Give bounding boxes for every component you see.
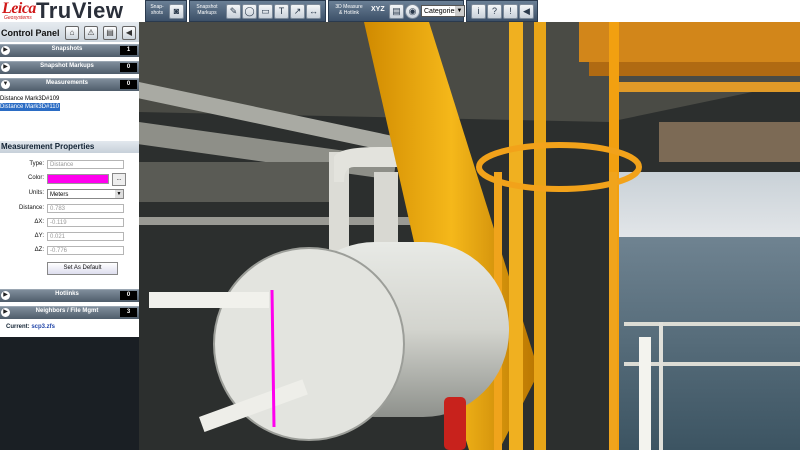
main-toolbar: Snap- shots ◙ Snapshot Markups ✎ ◯ ▭ T ↗… — [139, 0, 800, 22]
section-label: Hotlinks — [55, 291, 79, 297]
markups-label: Snapshot Markups — [196, 4, 218, 16]
warning-icon[interactable]: ⚠ — [84, 26, 98, 40]
print-icon[interactable]: ▤ — [103, 26, 117, 40]
color-swatch[interactable] — [47, 174, 109, 184]
units-select[interactable]: Meters ▼ — [47, 189, 124, 199]
expand-arrow-icon: ▶ — [1, 308, 10, 317]
collapse-arrow-icon: ▼ — [1, 80, 10, 89]
dy-label: ΔY: — [34, 233, 44, 239]
type-field: Distance — [47, 160, 124, 169]
chevron-down-icon: ▼ — [115, 190, 123, 198]
panel-title: Control Panel — [1, 28, 60, 38]
text-icon[interactable]: T — [274, 4, 289, 19]
current-label: Current: — [6, 324, 30, 330]
section-label: Snapshots — [51, 46, 83, 52]
color-label: Color: — [27, 175, 44, 181]
ellipse-icon[interactable]: ◯ — [242, 4, 257, 19]
properties-title: Measurement Properties — [0, 141, 139, 153]
set-default-button[interactable]: Set As Default — [47, 262, 118, 275]
dx-label: ΔX: — [34, 219, 44, 225]
distance-field: 0.783 — [47, 204, 124, 213]
dimension-icon[interactable]: ↔ — [306, 4, 321, 19]
leica-subtitle: Geosystems — [4, 15, 32, 21]
section-count: 0 — [120, 291, 137, 300]
arrow-icon[interactable]: ↗ — [290, 4, 305, 19]
pin-icon[interactable]: ! — [503, 4, 518, 19]
home-icon[interactable]: ⌂ — [65, 26, 79, 40]
measurement-item-selected[interactable]: Distance Mark3D#110 — [0, 103, 60, 111]
section-snapshots[interactable]: ▶ Snapshots 1 — [0, 44, 139, 57]
section-hotlinks[interactable]: ▶ Hotlinks 0 — [0, 289, 139, 302]
expand-arrow-icon: ▶ — [1, 46, 10, 55]
xyz-label[interactable]: XYZ — [371, 6, 385, 13]
collapse-panel-icon[interactable]: ◀ — [122, 26, 136, 40]
snapshot-label: Snap- shots — [150, 4, 164, 16]
measurement-item[interactable]: Distance Mark3D#109 — [0, 95, 60, 103]
section-label: Neighbors / File Mgmt — [35, 308, 99, 314]
section-count: 3 — [120, 308, 137, 317]
dz-label: ΔZ: — [34, 247, 44, 253]
category-select[interactable]: Categories ▼ — [421, 5, 465, 17]
snapshot-group: Snap- shots ◙ — [145, 0, 187, 22]
measurement-line[interactable] — [270, 289, 276, 428]
section-count: 1 — [120, 46, 137, 55]
chevron-down-icon: ▼ — [455, 6, 464, 16]
ruler-icon[interactable]: ▤ — [389, 4, 404, 19]
type-label: Type: — [29, 161, 44, 167]
measure-label[interactable]: 3D Measure & Hotlink — [331, 4, 367, 16]
current-value: scp3.zfs — [31, 324, 56, 330]
info-icon[interactable]: i — [471, 4, 486, 19]
measure-group: 3D Measure & Hotlink XYZ ▤ ◉ Categories … — [328, 0, 465, 22]
rectangle-icon[interactable]: ▭ — [258, 4, 273, 19]
truview-logo: Leica Geosystems TruView — [0, 0, 139, 23]
section-label: Snapshot Markups — [40, 63, 94, 69]
section-count: 0 — [120, 63, 137, 72]
distance-label: Distance: — [18, 205, 44, 211]
section-label: Measurements — [45, 80, 89, 86]
panel-header: Control Panel ⌂ ⚠ ▤ ◀ — [0, 22, 139, 42]
category-select-value: Categories — [424, 8, 458, 15]
section-measurements[interactable]: ▼ Measurements 0 — [0, 78, 139, 91]
color-browse-button[interactable]: ... — [112, 173, 126, 186]
expand-arrow-icon: ▶ — [1, 291, 10, 300]
units-label: Units: — [28, 190, 44, 196]
help-icon[interactable]: ? — [487, 4, 502, 19]
panorama-scene[interactable] — [139, 22, 800, 450]
control-panel: Control Panel ⌂ ⚠ ▤ ◀ ▶ Snapshots 1 ▶ Sn… — [0, 22, 139, 337]
section-count: 0 — [120, 80, 137, 89]
markup-group: Snapshot Markups ✎ ◯ ▭ T ↗ ↔ — [189, 0, 326, 22]
info-group: i ? ! ◀ — [466, 0, 538, 22]
section-markups[interactable]: ▶ Snapshot Markups 0 — [0, 61, 139, 74]
dx-field: -0.119 — [47, 218, 124, 227]
camera-icon[interactable]: ◙ — [169, 4, 184, 19]
dy-field: 0.021 — [47, 232, 124, 241]
dz-field: -0.776 — [47, 246, 124, 255]
current-file: Current: scp3.zfs — [6, 324, 55, 330]
globe-icon[interactable]: ◉ — [405, 4, 420, 19]
units-value: Meters — [50, 192, 69, 198]
pen-icon[interactable]: ✎ — [226, 4, 241, 19]
product-name: TruView — [36, 0, 124, 23]
collapse-icon[interactable]: ◀ — [519, 4, 534, 19]
expand-arrow-icon: ▶ — [1, 63, 10, 72]
panorama-viewport[interactable] — [139, 22, 800, 450]
section-neighbors[interactable]: ▶ Neighbors / File Mgmt 3 — [0, 306, 139, 319]
